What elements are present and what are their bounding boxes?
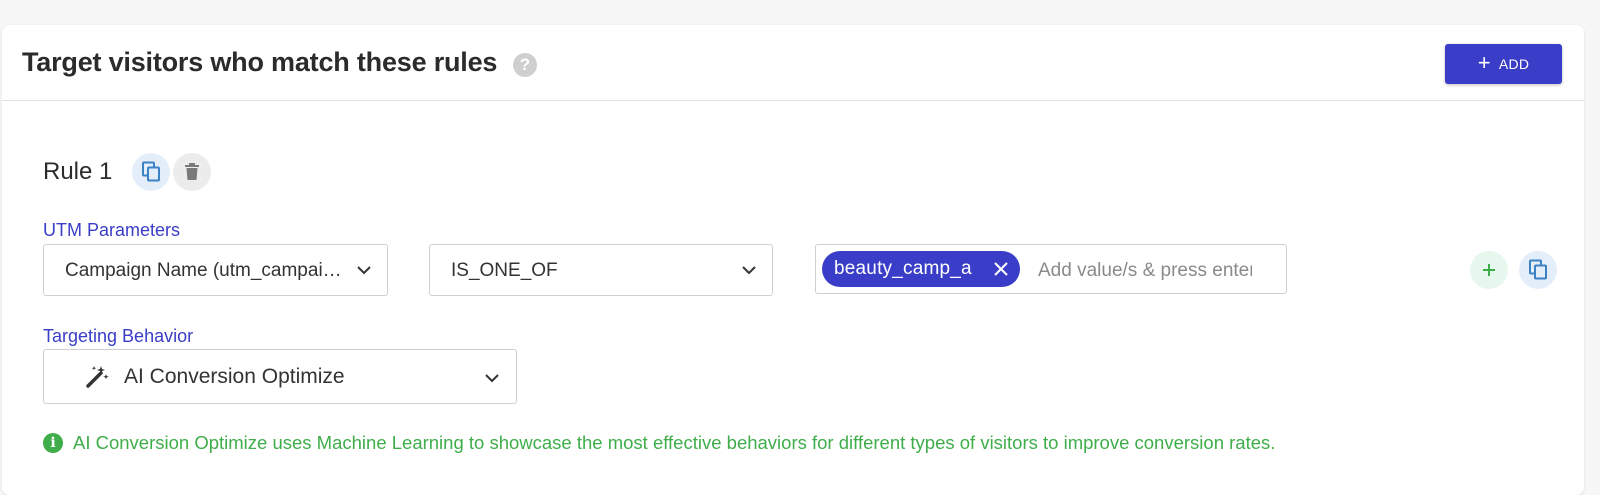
help-icon[interactable]: ?: [513, 53, 537, 77]
operator-select[interactable]: IS_ONE_OF: [429, 244, 773, 296]
trash-icon: [185, 163, 199, 180]
utm-parameters-label: UTM Parameters: [43, 220, 181, 240]
targeting-behavior-select[interactable]: AI Conversion Optimize: [43, 349, 517, 404]
add-rule-button[interactable]: + ADD: [1445, 44, 1562, 84]
duplicate-condition-button[interactable]: [1519, 251, 1557, 289]
utm-parameter-select[interactable]: Campaign Name (utm_campaign): [43, 244, 388, 296]
add-button-label: ADD: [1498, 56, 1530, 72]
rules-card: Target visitors who match these rules ? …: [2, 25, 1584, 495]
plus-icon: [1483, 264, 1495, 276]
value-chip: beauty_camp_a: [822, 251, 1020, 287]
close-icon[interactable]: [993, 261, 1009, 277]
add-condition-button[interactable]: [1470, 251, 1508, 289]
targeting-behavior-value: AI Conversion Optimize: [124, 365, 345, 388]
duplicate-rule-button[interactable]: [132, 153, 170, 191]
chevron-down-icon: [357, 266, 371, 275]
card-header: Target visitors who match these rules ? …: [2, 25, 1584, 101]
value-chip-label: beauty_camp_a: [834, 258, 972, 279]
ai-optimize-info-text: AI Conversion Optimize uses Machine Lear…: [73, 432, 1276, 453]
add-value-input[interactable]: [1036, 257, 1254, 285]
copy-icon: [1529, 259, 1547, 280]
targeting-behavior-label: Targeting Behavior: [43, 326, 194, 346]
utm-parameter-value: Campaign Name (utm_campaign): [65, 260, 345, 281]
delete-rule-button[interactable]: [173, 153, 211, 191]
chevron-down-icon: [485, 374, 499, 383]
copy-icon: [142, 161, 160, 182]
chevron-down-icon: [742, 266, 756, 275]
utm-values-tag-input[interactable]: beauty_camp_a: [815, 244, 1287, 294]
page-title: Target visitors who match these rules: [22, 47, 498, 77]
plus-icon: +: [1477, 50, 1491, 75]
ai-optimize-info: i AI Conversion Optimize uses Machine Le…: [43, 432, 1275, 454]
rule-title: Rule 1: [43, 158, 113, 185]
info-icon: i: [43, 433, 63, 453]
magic-wand-icon: [86, 366, 109, 388]
operator-value: IS_ONE_OF: [451, 260, 558, 281]
